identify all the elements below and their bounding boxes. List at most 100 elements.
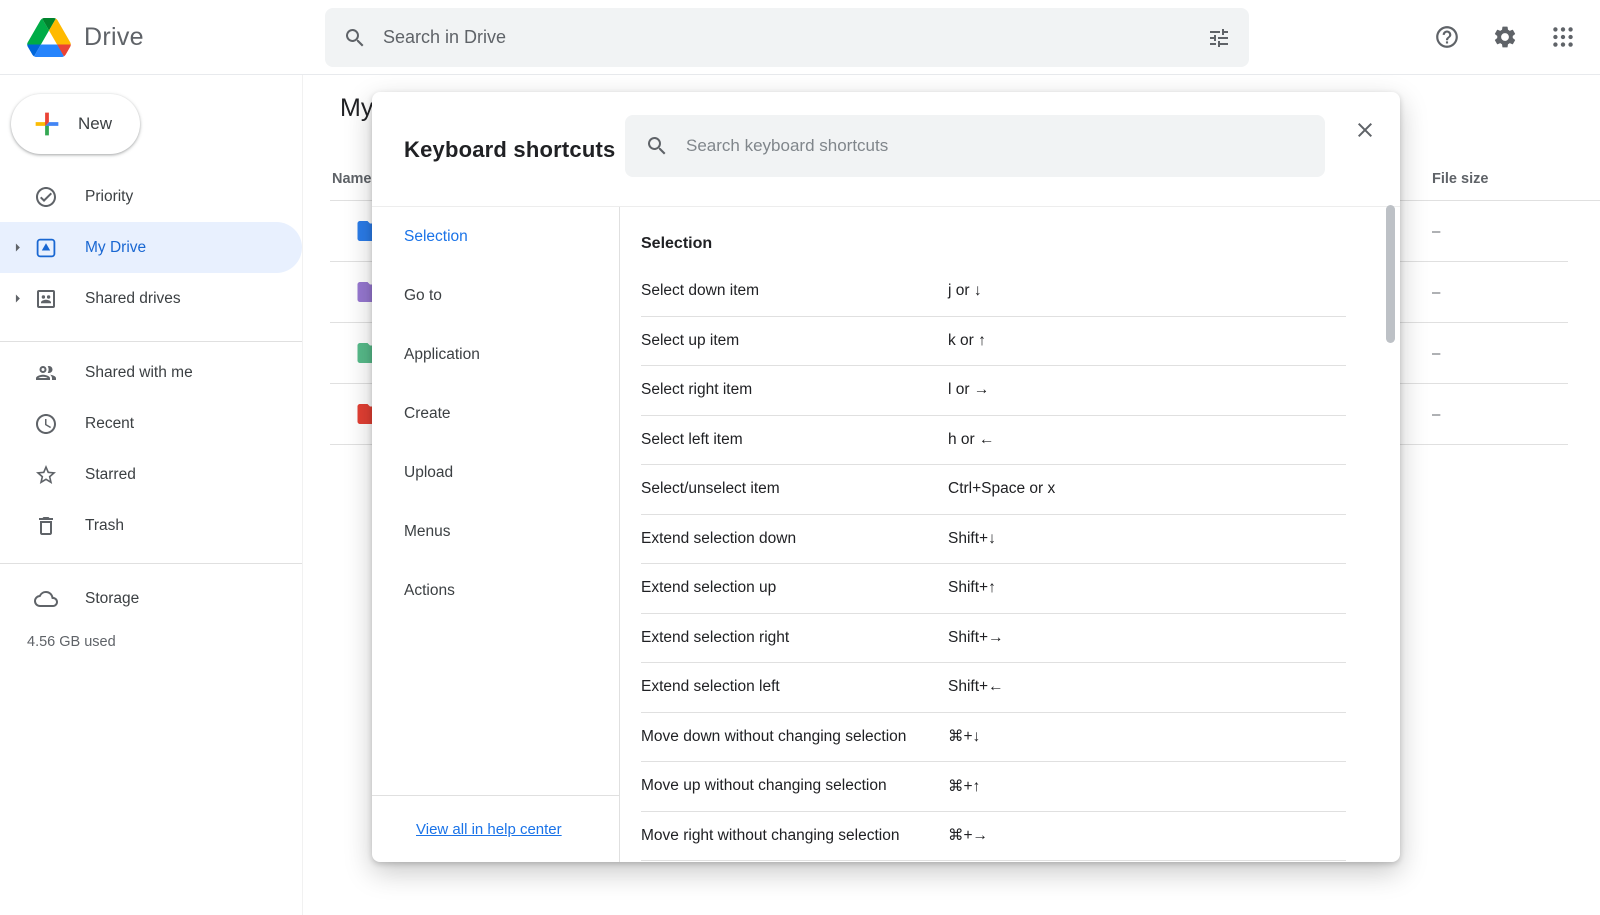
drive-home-link[interactable]: Drive: [27, 0, 144, 74]
storage-used-text: 4.56 GB used: [27, 634, 116, 650]
my-drive-icon: [34, 236, 58, 260]
google-apps-button[interactable]: [1550, 24, 1576, 50]
shortcut-keys: Shift+→: [948, 628, 1004, 646]
shortcut-keys: ⌘+↓: [948, 728, 981, 746]
shortcut-action: Select left item: [641, 430, 743, 448]
help-icon: [1436, 26, 1458, 48]
trash-icon: [34, 514, 58, 538]
sidebar-item-recent[interactable]: Recent: [0, 398, 302, 449]
expand-arrow-icon[interactable]: [0, 238, 34, 257]
shortcut-action: Select down item: [641, 282, 760, 300]
sidebar-item-shared-with-me[interactable]: Shared with me: [0, 347, 302, 398]
shortcut-keys: ⌘+↑: [948, 777, 981, 795]
shortcut-keys: h or ←: [948, 430, 995, 448]
shortcuts-nav-label: Create: [404, 404, 451, 422]
shortcut-keys: Shift+↑: [948, 579, 996, 597]
shortcut-action: Move right without changing selection: [641, 826, 900, 844]
sidebar-item-trash[interactable]: Trash: [0, 500, 302, 551]
shortcuts-nav-item[interactable]: Selection: [372, 207, 619, 266]
shortcuts-nav-item[interactable]: Upload: [372, 443, 619, 502]
shortcut-keys: ⌘+→: [948, 827, 989, 845]
shortcut-row: Select up item k or ↑: [641, 317, 1346, 366]
clock-icon: [34, 412, 58, 436]
shortcut-row: Extend selection left Shift+←: [641, 663, 1346, 713]
dialog-header: Keyboard shortcuts: [372, 92, 1400, 207]
shortcut-row: Move down without changing selection ⌘+↓: [641, 713, 1346, 762]
top-bar: Drive: [0, 0, 1600, 75]
sidebar-item-shared-drives[interactable]: Shared drives: [0, 273, 302, 324]
google-drive-app: Drive Search in Drive New Priority My Dr…: [0, 0, 1600, 915]
shortcut-row: Extend selection down Shift+↓: [641, 515, 1346, 564]
shortcuts-section-title: Selection: [641, 235, 713, 252]
sidebar: New Priority My Drive Shared drives Shar…: [0, 75, 303, 915]
search-options-icon[interactable]: [1207, 26, 1231, 50]
dialog-title: Keyboard shortcuts: [404, 136, 616, 162]
view-all-help-link[interactable]: View all in help center: [416, 821, 562, 838]
apps-grid-icon: [1553, 27, 1573, 47]
sidebar-nav: Priority My Drive Shared drives Shared w…: [0, 171, 302, 650]
shortcut-keys: k or ↑: [948, 331, 986, 349]
shortcut-action: Move down without changing selection: [641, 727, 907, 745]
file-size-value: –: [1432, 222, 1441, 240]
app-title: Drive: [84, 22, 144, 51]
plus-icon: [35, 112, 59, 136]
search-icon: [647, 136, 666, 155]
close-icon: [1358, 123, 1372, 137]
page-title: My: [340, 94, 374, 122]
shortcut-row: Extend selection right Shift+→: [641, 614, 1346, 663]
file-size-value: –: [1432, 344, 1441, 362]
help-button[interactable]: [1434, 24, 1460, 50]
shortcut-keys: Ctrl+Space or x: [948, 480, 1056, 498]
gear-icon: [1494, 26, 1516, 48]
file-size-value: –: [1432, 283, 1441, 301]
shortcuts-nav-item[interactable]: Menus: [372, 502, 619, 561]
dialog-nav-footer: View all in help center: [372, 795, 619, 862]
star-icon: [34, 463, 58, 487]
top-bar-actions: [1434, 0, 1576, 74]
sidebar-item-priority[interactable]: Priority: [0, 171, 302, 222]
shortcut-action: Extend selection down: [641, 529, 797, 547]
shortcut-keys: Shift+↓: [948, 529, 996, 547]
column-header-name[interactable]: Name: [332, 171, 372, 187]
shortcuts-search-bar[interactable]: [625, 115, 1325, 177]
sidebar-item-starred[interactable]: Starred: [0, 449, 302, 500]
shortcut-action: Select/unselect item: [641, 480, 780, 498]
drive-search-bar[interactable]: [325, 8, 1249, 67]
drive-search-input[interactable]: [383, 27, 1191, 48]
shortcuts-nav-label: Menus: [404, 522, 451, 540]
shared-with-me-icon: [34, 361, 58, 385]
sidebar-item-storage[interactable]: Storage: [0, 573, 302, 624]
new-button-label: New: [78, 114, 113, 133]
new-button[interactable]: New: [11, 94, 141, 154]
sidebar-divider: [0, 341, 302, 342]
settings-button[interactable]: [1492, 24, 1518, 50]
shortcuts-list-panel: Selection Select down item j or ↓ Select…: [620, 207, 1400, 862]
shortcuts-nav-item[interactable]: Create: [372, 384, 619, 443]
close-button[interactable]: [1352, 117, 1378, 143]
shortcut-row: Move up without changing selection ⌘+↑: [641, 762, 1346, 812]
shortcuts-category-nav: Selection Go to Application Create Uploa…: [372, 207, 620, 862]
sidebar-item-my-drive[interactable]: My Drive: [0, 222, 302, 273]
keyboard-shortcuts-dialog: Keyboard shortcuts Selection: [372, 92, 1400, 862]
shortcut-action: Extend selection left: [641, 678, 780, 696]
shortcut-keys: l or →: [948, 381, 990, 399]
column-header-file-size[interactable]: File size: [1432, 171, 1488, 187]
shortcut-action: Select up item: [641, 331, 740, 349]
shortcut-row: Select left item h or ←: [641, 416, 1346, 465]
shortcuts-nav-item[interactable]: Go to: [372, 266, 619, 325]
shortcuts-nav-item[interactable]: Actions: [372, 561, 619, 620]
expand-arrow-icon[interactable]: [0, 289, 34, 308]
shortcut-row: Select/unselect item Ctrl+Space or x: [641, 465, 1346, 515]
file-size-value: –: [1432, 405, 1441, 423]
shortcut-keys: j or ↓: [948, 282, 982, 300]
shortcuts-nav-label: Upload: [404, 463, 454, 481]
search-icon[interactable]: [343, 26, 367, 50]
dialog-scrollbar-thumb[interactable]: [1386, 205, 1395, 343]
shortcut-row: Select right item l or →: [641, 366, 1346, 416]
shortcuts-search-input[interactable]: [686, 136, 1305, 156]
shortcuts-nav-label: Go to: [404, 286, 442, 304]
cloud-icon: [34, 587, 58, 611]
shortcut-action: Move up without changing selection: [641, 777, 887, 795]
shortcuts-nav-label: Application: [404, 345, 480, 363]
shortcuts-nav-item[interactable]: Application: [372, 325, 619, 384]
